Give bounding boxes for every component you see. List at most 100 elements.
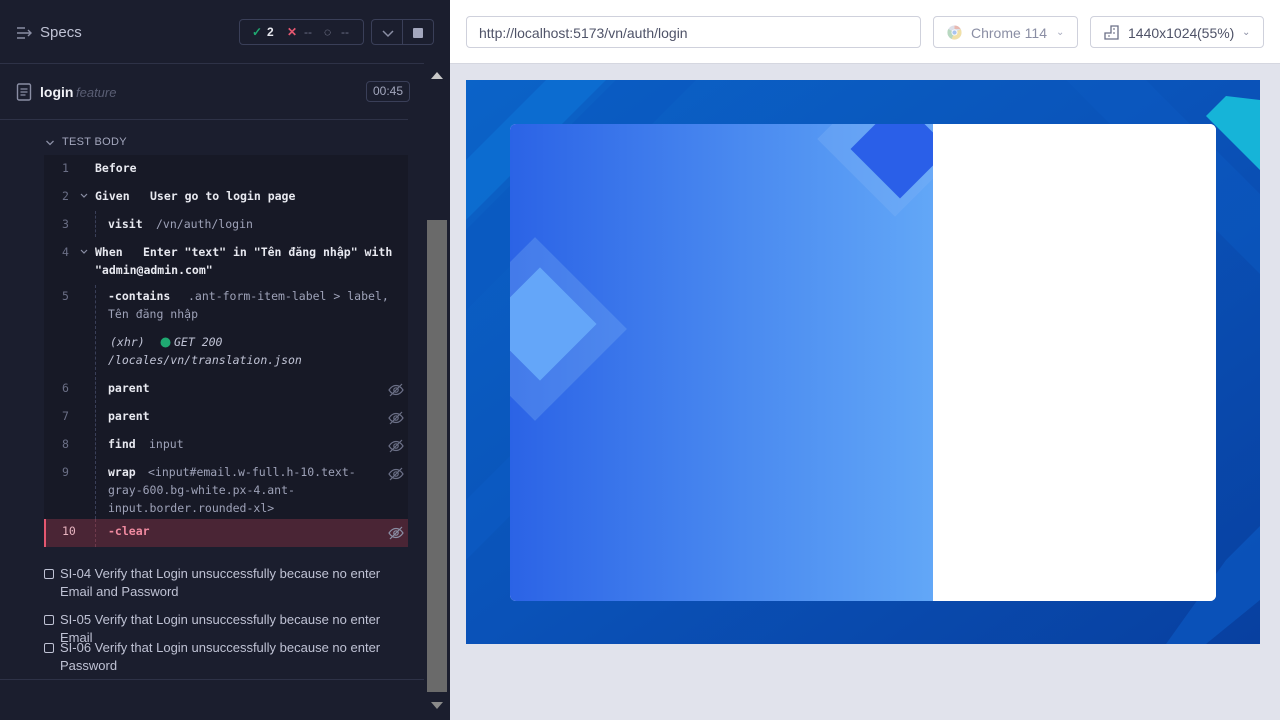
command-name: When [95,245,123,259]
xhr-log-row[interactable]: (xhr) GET 200 /locales/vn/translation.js… [44,331,408,375]
test-body-label[interactable]: TEST BODY [62,136,127,148]
command-name: visit [108,217,143,231]
command-number: 9 [62,465,69,479]
spec-file-header[interactable]: login feature 00:45 [0,64,411,120]
test-title: SI-06 Verify that Login unsuccessfully b… [60,640,381,673]
chevron-down-icon[interactable] [80,249,88,255]
pending-circle-icon: ◌ [324,25,332,39]
command-number: 10 [62,524,76,538]
command-message: "admin@admin.com" [95,263,213,277]
xhr-url: /locales/vn/translation.json [108,353,302,367]
reporter-panel: Specs ✓ 2 ✕ -- ◌ -- login feature 00:45 [0,0,434,720]
command-name: wrap [108,465,136,479]
test-item[interactable]: SI-06 Verify that Login unsuccessfully b… [44,639,404,675]
check-icon: ✓ [252,25,263,39]
test-status-icon [44,569,54,579]
eye-slash-icon[interactable] [388,526,404,540]
scroll-down-arrow-icon[interactable] [431,702,443,709]
browser-selector[interactable]: Chrome 114 ⌄ [933,16,1078,48]
command-row[interactable]: 3 visit /vn/auth/login [44,211,408,237]
chevron-down-icon[interactable] [80,193,88,199]
command-message: <input#email.w-full.h-10.text- [148,465,356,479]
command-number: 5 [62,289,69,303]
command-row[interactable]: 9 wrap <input#email.w-full.h-10.text- gr… [44,461,408,519]
scrollbar-thumb[interactable] [427,220,447,692]
eye-slash-icon[interactable] [388,411,404,425]
command-number: 7 [62,409,69,423]
command-name: Before [95,161,137,175]
reporter-scrollbar[interactable] [424,64,450,720]
command-row[interactable]: 7 parent [44,405,408,431]
spec-file-extension: feature [76,85,117,100]
passed-count: 2 [267,25,274,39]
nesting-line [95,461,96,519]
nesting-line [95,519,96,547]
spec-file-name: login [40,84,74,100]
nesting-line [95,211,96,237]
command-name: parent [108,381,150,395]
command-row[interactable]: 1 Before [44,155,408,181]
collapse-all-button[interactable] [371,19,403,45]
aut-header: http://localhost:5173/vn/auth/login Chro… [450,0,1280,64]
command-number: 3 [62,217,69,231]
eye-slash-icon[interactable] [388,467,404,481]
command-message: Enter "text" in "Tên đăng nhập" with [143,245,393,259]
command-list: 1 Before 2 Given User go to login page 3… [44,155,408,547]
command-name: Given [95,189,130,203]
command-row[interactable]: 5 -contains .ant-form-item-label > label… [44,285,408,329]
test-status-icon [44,643,54,653]
command-number: 8 [62,437,69,451]
xhr-request: GET 200 [174,335,223,349]
stop-icon [413,28,423,38]
chevron-down-icon: ⌄ [1056,27,1065,38]
specs-button[interactable]: Specs [40,24,82,41]
command-message: User go to login page [150,189,296,203]
ruler-icon [1104,25,1119,40]
command-name: parent [108,409,150,423]
specs-list-icon[interactable] [16,26,32,40]
nesting-line [95,377,96,403]
eye-slash-icon[interactable] [388,383,404,397]
test-title: SI-04 Verify that Login unsuccessfully b… [60,566,381,599]
command-row-failed[interactable]: 10 -clear [44,519,408,547]
failed-count: -- [304,25,312,39]
viewport-scale: (55%) [1197,25,1235,41]
chevron-down-icon [382,30,394,38]
command-message: input [149,437,184,451]
command-message: .ant-form-item-label > label, [188,289,389,303]
nesting-line [95,331,96,375]
url-display[interactable]: http://localhost:5173/vn/auth/login [466,16,921,48]
command-row[interactable]: 4 When Enter "text" in "Tên đăng nhập" w… [44,239,408,283]
stop-button[interactable] [403,19,434,45]
test-item[interactable]: SI-05 Verify that Login unsuccessfully b… [44,611,404,645]
test-item[interactable]: SI-04 Verify that Login unsuccessfully b… [44,565,404,601]
cross-icon: ✕ [287,25,298,39]
pending-count: -- [341,25,349,39]
viewport-info[interactable]: 1440x1024 (55%) ⌄ [1090,16,1264,48]
reporter-header: Specs ✓ 2 ✕ -- ◌ -- [0,0,434,64]
command-log: TEST BODY 1 Before 2 Given User go to lo… [0,121,408,681]
test-status-icon [44,615,54,625]
scroll-up-arrow-icon[interactable] [431,72,443,79]
app-under-test-frame[interactable] [466,80,1260,644]
command-number: 6 [62,381,69,395]
decorative-diamonds [510,124,933,421]
nesting-line [95,285,96,329]
command-row[interactable]: 8 find input [44,433,408,459]
command-message: gray-600.bg-white.px-4.ant- [108,483,295,497]
document-icon [16,83,32,101]
status-dot-icon [160,337,171,348]
eye-slash-icon[interactable] [388,439,404,453]
command-row[interactable]: 6 parent [44,377,408,403]
test-stats: ✓ 2 ✕ -- ◌ -- [239,19,364,45]
command-row[interactable]: 2 Given User go to login page [44,183,408,209]
viewport-size: 1440x1024 [1128,25,1198,41]
chrome-icon [947,25,962,40]
xhr-label: (xhr) [110,335,145,349]
aut-panel: http://localhost:5173/vn/auth/login Chro… [450,0,1280,720]
command-message: Tên đăng nhập [108,307,199,321]
chevron-down-icon[interactable] [45,138,55,148]
run-duration: 00:45 [366,81,411,102]
nesting-line [95,433,96,459]
command-number: 1 [62,161,69,175]
